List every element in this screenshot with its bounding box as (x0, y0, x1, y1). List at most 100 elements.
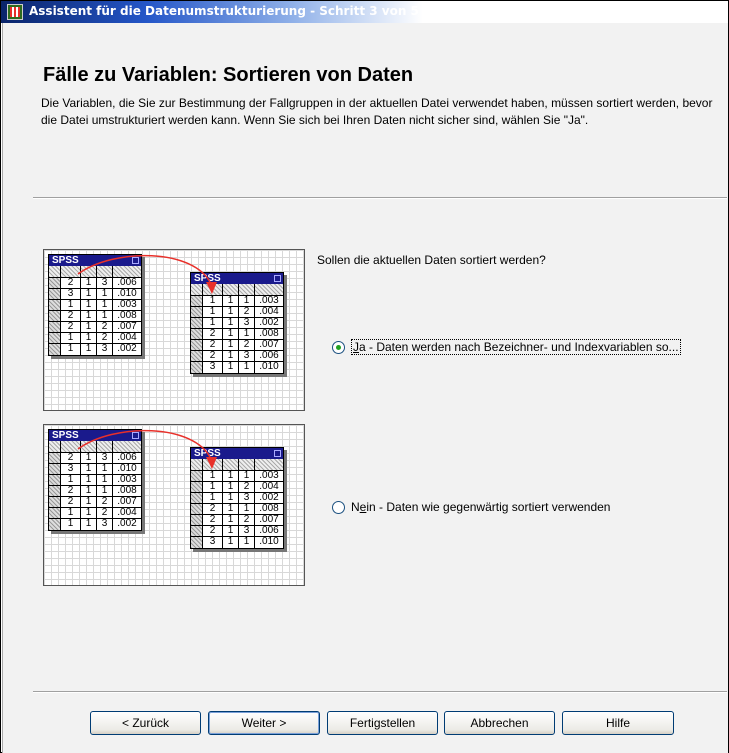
sheet-cell: 1 (239, 504, 255, 514)
finish-button[interactable]: Fertigstellen (327, 711, 438, 735)
sheet-row: 1 1 1.003 (49, 300, 141, 311)
sheet-cell: .010 (259, 537, 279, 547)
back-button[interactable]: < Zurück (90, 711, 201, 735)
row-header (191, 307, 203, 317)
sheet-cell: 2 (61, 278, 81, 288)
illustration-unsorted-data: SPSS 2 1 3.006 3 1 1.010 1 1 1.003 2 1 1.008 2 1 2.007… (43, 424, 305, 586)
sheet-row: 1 1 3.002 (49, 344, 141, 355)
sheet-row: 2 1 2 .007 (49, 497, 141, 508)
sheet-cell: .003 (259, 296, 279, 306)
sheet-cell: 2 (203, 351, 223, 361)
sheet-cell: 1 (223, 504, 239, 514)
spss-wizard-icon (7, 4, 23, 20)
sheet-cell: 1 (203, 482, 223, 492)
sheet-cell: 1 (81, 311, 97, 321)
sheet-cell: 1 (97, 475, 113, 485)
sheet-cell: .010 (117, 464, 137, 474)
sheet-cell: 3 (97, 278, 113, 288)
row-header (191, 515, 203, 525)
sheet-row: 2 1 1.008 (191, 504, 283, 515)
next-button[interactable]: Weiter > (208, 711, 320, 735)
sheet-cell: 1 (81, 344, 97, 355)
sheet-cell: 1 (239, 296, 255, 306)
row-header (49, 486, 61, 496)
cancel-button[interactable]: Abbrechen (444, 711, 555, 735)
unsorted-sheet: SPSS 2 1 3.006 3 1 1.010 1 1 1.003 2 1 1.008 2 1 2.007… (48, 429, 142, 531)
row-header (191, 351, 203, 361)
sheet-cell: 3 (239, 351, 255, 361)
row-header (49, 464, 61, 474)
sheet-cell: 1 (223, 471, 239, 481)
sheet-cell: 2 (61, 311, 81, 321)
sheet-cell: 1 (239, 362, 255, 373)
row-header (49, 519, 61, 530)
row-header (191, 537, 203, 548)
row-header (191, 482, 203, 492)
row-header (49, 453, 61, 463)
sheet-cell: .004 (117, 333, 137, 343)
sheet-cell: .008 (259, 504, 279, 514)
row-header (49, 311, 61, 321)
page-description: Die Variablen, die Sie zur Bestimmung de… (41, 96, 713, 127)
sheet-cell: 1 (81, 519, 97, 530)
sheet-cell: 1 (81, 475, 97, 485)
sheet-cell: 1 (61, 475, 81, 485)
sheet-cell: 3 (239, 526, 255, 536)
sheet-title: SPSS (52, 255, 79, 266)
sheet-cell: 1 (223, 296, 239, 306)
option-sort-no[interactable]: Nein - Daten wie gegenwärtig sortiert ve… (332, 500, 610, 514)
sheet-cell: 1 (223, 482, 239, 492)
radio-button-selected[interactable] (332, 340, 345, 354)
sheet-cell: .006 (117, 453, 137, 463)
sheet-cell: 1 (61, 300, 81, 310)
sheet-row: 2 1 3 .006 (191, 351, 283, 362)
option-label: Ja - Daten werden nach Bezeichner- und I… (351, 339, 681, 355)
row-header (191, 296, 203, 306)
sheet-title: SPSS (194, 273, 221, 284)
sheet-cell: 1 (203, 471, 223, 481)
sheet-cell: 2 (61, 497, 81, 507)
sheet-cell: 1 (81, 322, 97, 332)
row-header (49, 278, 61, 288)
sheet-cell: 1 (81, 497, 97, 507)
sheet-cell: 2 (239, 307, 255, 317)
sheet-cell: 1 (223, 318, 239, 328)
sheet-cell: .003 (117, 475, 137, 485)
help-button[interactable]: Hilfe (562, 711, 674, 735)
sheet-cell: 1 (223, 351, 239, 361)
row-header (49, 475, 61, 485)
sheet-cell: .002 (117, 519, 137, 529)
sheet-cell: 1 (223, 493, 239, 503)
sheet-cell: 1 (203, 307, 223, 317)
sheet-cell: 2 (203, 504, 223, 514)
sheet-row: 2 1 1.008 (191, 329, 283, 340)
sheet-cell: .008 (117, 486, 137, 496)
title-bar: Assistent für die Datenumstrukturierung … (1, 1, 728, 23)
header-separator (33, 197, 727, 199)
sheet-cell: .008 (117, 311, 137, 321)
sheet-cell: .003 (117, 300, 137, 310)
sheet-row: 2 1 2 .007 (49, 322, 141, 333)
sheet-row: 2 1 3 .006 (49, 453, 141, 464)
sheet-cell: 1 (97, 486, 113, 496)
sheet-cell: 1 (97, 311, 113, 321)
sheet-cell: 3 (203, 537, 223, 548)
sheet-cell: 1 (239, 329, 255, 339)
radio-button[interactable] (332, 500, 345, 514)
row-header (49, 289, 61, 299)
sheet-cell: .004 (259, 482, 279, 492)
row-header (191, 329, 203, 339)
sheet-cell: .006 (117, 278, 137, 288)
sheet-cell: .008 (259, 329, 279, 339)
sheet-row: 2 1 2 .007 (191, 515, 283, 526)
row-header (191, 340, 203, 350)
sheet-cell: 3 (203, 362, 223, 373)
sort-question: Sollen die aktuellen Daten sortiert werd… (317, 253, 546, 267)
row-header (191, 362, 203, 373)
option-sort-yes[interactable]: Ja - Daten werden nach Bezeichner- und I… (332, 339, 681, 355)
sheet-row: 1 1 1.003 (191, 471, 283, 482)
sheet-cell: 2 (97, 497, 113, 507)
sheet-cell: 3 (61, 464, 81, 474)
sheet-cell: 1 (61, 519, 81, 530)
sheet-row: 1 1 2.004 (191, 482, 283, 493)
